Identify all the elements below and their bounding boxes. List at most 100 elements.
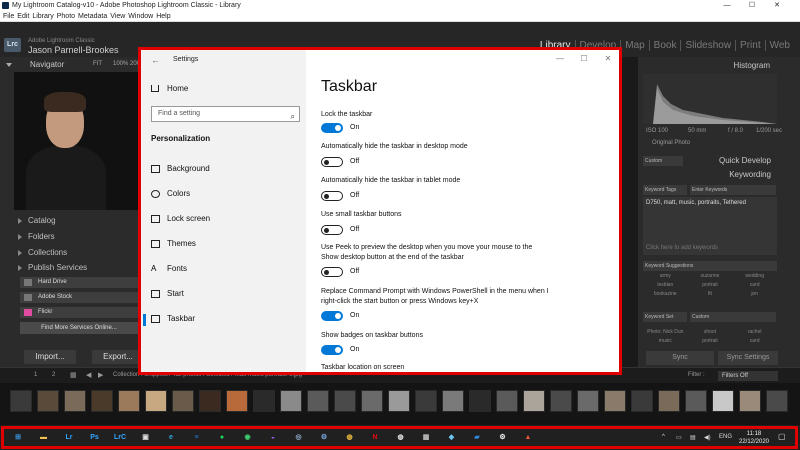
- keyword-set-item[interactable]: card: [732, 338, 777, 344]
- folders-header[interactable]: Folders: [28, 232, 55, 241]
- toggle-small-buttons[interactable]: [321, 225, 343, 235]
- publish-services-header[interactable]: Publish Services: [28, 263, 87, 272]
- settings-minimize-button[interactable]: —: [553, 54, 567, 63]
- filmstrip-thumbnail[interactable]: [415, 390, 437, 412]
- sync-settings-button[interactable]: Sync Settings: [718, 351, 778, 365]
- service-hard-drive[interactable]: Hard Drive: [20, 277, 138, 288]
- module-map[interactable]: Map: [621, 40, 650, 51]
- forward-arrow-icon[interactable]: ▶: [98, 371, 103, 379]
- toggle-lock-taskbar[interactable]: [321, 123, 343, 133]
- minimize-button[interactable]: —: [716, 0, 738, 11]
- taskbar-lightroom-classic-icon[interactable]: LrC: [114, 432, 126, 443]
- filmstrip-thumbnail[interactable]: [604, 390, 626, 412]
- settings-back-button[interactable]: ←: [151, 55, 160, 65]
- filmstrip-thumbnail[interactable]: [739, 390, 761, 412]
- nav-taskbar[interactable]: Taskbar: [167, 314, 195, 323]
- taskbar-messenger-icon[interactable]: ◒: [267, 432, 279, 443]
- navigator-disclosure-icon[interactable]: [6, 63, 12, 67]
- toggle-badges[interactable]: [321, 345, 343, 355]
- publish-services-disclosure-icon[interactable]: [18, 265, 22, 271]
- filmstrip-thumbnail[interactable]: [307, 390, 329, 412]
- search-icon[interactable]: ⌕: [291, 110, 295, 124]
- nav-lock-screen[interactable]: Lock screen: [167, 214, 210, 223]
- toggle-autohide-tablet[interactable]: [321, 191, 343, 201]
- maximize-button[interactable]: ☐: [741, 0, 763, 11]
- add-keywords-field[interactable]: Click here to add keywords: [646, 245, 718, 251]
- navigator-header[interactable]: Navigator: [30, 60, 64, 69]
- navigator-preview-image[interactable]: [14, 72, 140, 210]
- filmstrip-thumbnail[interactable]: [253, 390, 275, 412]
- catalog-disclosure-icon[interactable]: [18, 218, 22, 224]
- filmstrip-thumbnail[interactable]: [442, 390, 464, 412]
- menu-file[interactable]: File: [3, 13, 14, 20]
- filmstrip-thumbnail[interactable]: [37, 390, 59, 412]
- filmstrip-source-path[interactable]: Collection : Snippets / Tall photos / Se…: [113, 372, 302, 378]
- filmstrip-thumbnail[interactable]: [172, 390, 194, 412]
- taskbar-app-red-icon[interactable]: ▲: [522, 432, 534, 443]
- taskbar-clock[interactable]: 11:18 22/12/2020: [737, 430, 771, 446]
- filmstrip-thumbnail[interactable]: [523, 390, 545, 412]
- nav-fonts[interactable]: Fonts: [167, 264, 187, 273]
- language-indicator[interactable]: ENG: [719, 434, 732, 440]
- taskbar-lightroom-icon[interactable]: Lr: [63, 432, 75, 443]
- tray-chevron-icon[interactable]: ^: [662, 434, 665, 440]
- navigator-fit[interactable]: FIT: [93, 61, 102, 67]
- suggestion-item[interactable]: wedding: [732, 273, 777, 279]
- suggestion-item[interactable]: bookazine: [643, 291, 688, 297]
- catalog-header[interactable]: Catalog: [28, 216, 56, 225]
- preset-select[interactable]: Custom: [643, 156, 683, 166]
- filmstrip-thumbnail[interactable]: [10, 390, 32, 412]
- filmstrip-thumbnail[interactable]: [631, 390, 653, 412]
- filmstrip-thumbnail[interactable]: [361, 390, 383, 412]
- taskbar-windows-start-icon[interactable]: ⊞: [12, 432, 24, 443]
- keyword-set-select[interactable]: Custom: [690, 312, 776, 322]
- filmstrip-thumbnail[interactable]: [145, 390, 167, 412]
- service-adobe-stock[interactable]: Adobe Stock: [20, 292, 138, 303]
- grid-view-icon[interactable]: ▦: [70, 371, 77, 379]
- back-arrow-icon[interactable]: ◀: [86, 371, 91, 379]
- histogram-header[interactable]: Histogram: [734, 61, 770, 70]
- suggestion-item[interactable]: army: [643, 273, 688, 279]
- battery-icon[interactable]: ▭: [676, 434, 682, 441]
- toggle-autohide-desktop[interactable]: [321, 157, 343, 167]
- menu-edit[interactable]: Edit: [17, 13, 29, 20]
- keywording-header[interactable]: Keywording: [729, 170, 771, 179]
- taskbar-photos-icon[interactable]: ▰: [471, 432, 483, 443]
- nav-background[interactable]: Background: [167, 164, 210, 173]
- service-flickr[interactable]: Flickr: [20, 307, 138, 318]
- keyword-entry-select[interactable]: Enter Keywords: [690, 185, 776, 195]
- settings-close-button[interactable]: ✕: [601, 54, 615, 63]
- taskbar-calculator-icon[interactable]: ▦: [420, 432, 432, 443]
- export-button[interactable]: Export...: [92, 350, 144, 364]
- filmstrip-thumbnail[interactable]: [712, 390, 734, 412]
- module-print[interactable]: Print: [736, 40, 766, 51]
- network-icon[interactable]: ▤: [690, 434, 696, 441]
- taskbar-file-explorer-icon[interactable]: ▬: [38, 432, 50, 443]
- settings-home-link[interactable]: Home: [167, 84, 188, 93]
- menu-metadata[interactable]: Metadata: [78, 13, 107, 20]
- filmstrip-thumbnail[interactable]: [658, 390, 680, 412]
- filmstrip-thumbnail[interactable]: [469, 390, 491, 412]
- menu-view[interactable]: View: [110, 13, 125, 20]
- sync-button[interactable]: Sync: [646, 351, 714, 365]
- keyword-set-item[interactable]: music: [643, 338, 688, 344]
- taskbar-microsoft-store-icon[interactable]: ▣: [140, 432, 152, 443]
- filmstrip-thumbnail[interactable]: [766, 390, 788, 412]
- close-button[interactable]: ✕: [766, 0, 788, 11]
- taskbar-app-sky-icon[interactable]: ◆: [446, 432, 458, 443]
- taskbar-whatsapp-icon[interactable]: ◉: [242, 432, 254, 443]
- collections-header[interactable]: Collections: [28, 248, 67, 257]
- module-slideshow[interactable]: Slideshow: [681, 40, 737, 51]
- volume-icon[interactable]: ◀): [704, 434, 711, 441]
- suggestion-item[interactable]: fit: [688, 291, 733, 297]
- keyword-set-item[interactable]: rachel: [732, 329, 777, 335]
- notifications-icon[interactable]: ▢: [778, 432, 786, 441]
- filmstrip-thumbnail[interactable]: [577, 390, 599, 412]
- collections-disclosure-icon[interactable]: [18, 250, 22, 256]
- keyword-suggestions-header[interactable]: Keyword Suggestions: [643, 261, 777, 271]
- nav-start[interactable]: Start: [167, 289, 184, 298]
- suggestion-item[interactable]: jon: [732, 291, 777, 297]
- settings-maximize-button[interactable]: ☐: [577, 54, 591, 63]
- filmstrip-thumbnail[interactable]: [550, 390, 572, 412]
- taskbar-photoshop-icon[interactable]: Ps: [89, 432, 101, 443]
